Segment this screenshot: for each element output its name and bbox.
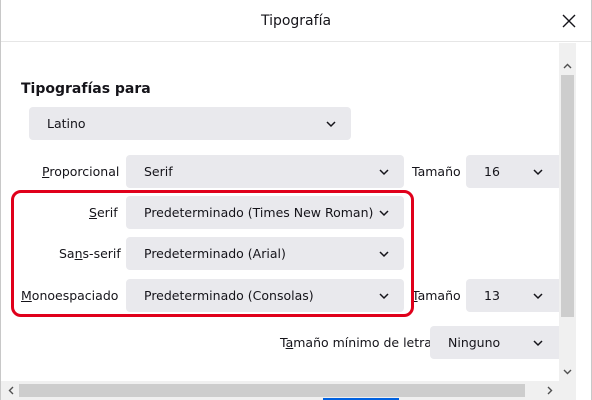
chevron-down-icon [379, 169, 389, 176]
vertical-scroll-thumb[interactable] [561, 75, 574, 317]
scroll-right-arrow-icon [547, 386, 552, 395]
chevron-down-icon [533, 340, 543, 347]
scroll-right-button[interactable] [541, 382, 558, 399]
chevron-down-icon [379, 210, 389, 217]
monospace-size-value: 13 [484, 288, 500, 303]
proportional-size-dropdown[interactable]: 16 [466, 155, 559, 188]
scroll-left-button[interactable] [2, 382, 19, 399]
minimum-size-label: Tamaño mínimo de letra [280, 335, 432, 350]
scroll-down-button[interactable] [559, 363, 576, 380]
language-dropdown[interactable]: Latino [29, 107, 351, 140]
serif-label: Serif [89, 205, 118, 220]
proportional-size-label: Tamaño [412, 164, 461, 179]
chevron-down-icon [379, 251, 389, 258]
serif-dropdown[interactable]: Predeterminado (Times New Roman) [126, 196, 404, 229]
horizontal-scrollbar[interactable] [1, 381, 559, 400]
close-icon [562, 14, 576, 28]
monospace-size-label: Tamaño [412, 288, 461, 303]
monospace-size-dropdown[interactable]: 13 [466, 279, 559, 312]
monospace-label: Monoespaciado [21, 288, 119, 303]
horizontal-scroll-thumb[interactable] [19, 384, 525, 397]
minimum-size-dropdown[interactable]: Ninguno [430, 326, 559, 359]
vertical-scrollbar[interactable] [559, 43, 576, 381]
dialog-content: Tipografías para Latino Proporcional Ser… [1, 43, 559, 381]
minimum-size-value: Ninguno [448, 335, 501, 350]
chevron-down-icon [326, 121, 336, 128]
scrollbar-corner [559, 381, 576, 400]
proportional-value: Serif [144, 164, 173, 179]
chevron-down-icon [533, 169, 543, 176]
scroll-down-arrow-icon [563, 369, 572, 374]
serif-value: Predeterminado (Times New Roman) [144, 205, 374, 220]
chevron-down-icon [379, 293, 389, 300]
font-settings-dialog: Tipografía Tipografías para Latino Propo… [0, 0, 592, 400]
proportional-label: Proporcional [42, 164, 120, 179]
fonts-for-heading: Tipografías para [21, 81, 151, 97]
language-value: Latino [47, 116, 86, 131]
monospace-value: Predeterminado (Consolas) [144, 288, 314, 303]
monospace-dropdown[interactable]: Predeterminado (Consolas) [126, 279, 404, 312]
chevron-down-icon [533, 293, 543, 300]
proportional-size-value: 16 [484, 164, 500, 179]
scroll-up-arrow-icon [563, 63, 572, 68]
dialog-titlebar: Tipografía [1, 0, 591, 42]
proportional-dropdown[interactable]: Serif [126, 155, 404, 188]
dialog-title: Tipografía [260, 13, 332, 29]
scroll-up-button[interactable] [559, 57, 576, 74]
sans-serif-dropdown[interactable]: Predeterminado (Arial) [126, 237, 404, 270]
sans-serif-value: Predeterminado (Arial) [144, 246, 286, 261]
scroll-left-arrow-icon [8, 386, 13, 395]
sans-serif-label: Sans-serif [59, 246, 121, 261]
close-button[interactable] [557, 9, 581, 33]
